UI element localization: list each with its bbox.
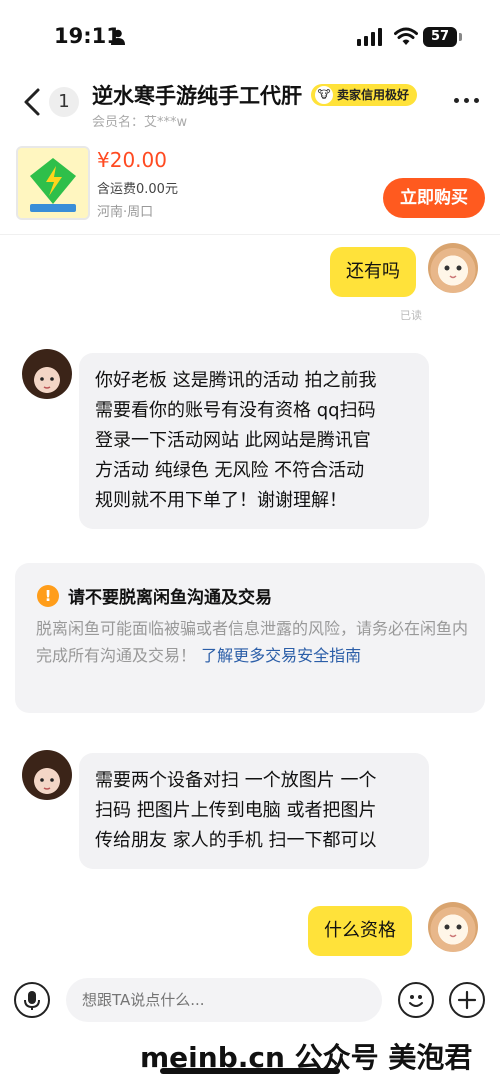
emoji-button[interactable] <box>398 982 434 1018</box>
message-bubble-me[interactable]: 还有吗 <box>330 247 416 297</box>
product-location: 河南·周口 <box>97 205 154 220</box>
message-bubble-seller[interactable]: 你好老板 这是腾讯的活动 拍之前我 需要看你的账号有没有资格 qq扫码 登录一下… <box>79 353 429 529</box>
my-avatar[interactable] <box>428 902 478 952</box>
seller-credit-label: 卖家信用极好 <box>337 88 410 102</box>
microphone-icon <box>24 991 40 1010</box>
warning-body: 脱离闲鱼可能面临被骗或者信息泄露的风险，请务必在闲鱼内完成所有沟通及交易！ 了解… <box>36 615 472 669</box>
girl-face-icon <box>40 377 54 389</box>
member-name: 会员名：艾***w <box>92 115 188 130</box>
warning-icon: ! <box>37 585 59 607</box>
message-line: 你好老板 这是腾讯的活动 拍之前我 <box>95 370 377 391</box>
page-title: 逆水寒手游纯手工代肝 <box>92 84 302 108</box>
message-bubble-me[interactable]: 什么资格 <box>308 906 412 956</box>
seller-credit-badge[interactable]: 🐮 卖家信用极好 <box>311 84 418 106</box>
more-options-icon[interactable] <box>452 94 482 104</box>
product-card[interactable]: ¥20.00 含运费0.00元 河南·周口 立即购买 <box>0 142 500 235</box>
read-status: 已读 <box>400 309 422 322</box>
back-arrow-icon[interactable] <box>18 84 48 120</box>
warning-title: 请不要脱离闲鱼沟通及交易 <box>68 588 272 608</box>
safety-guide-link[interactable]: 了解更多交易安全指南 <box>201 646 361 665</box>
message-line: 需要看你的账号有没有资格 qq扫码 <box>95 400 376 421</box>
message-line: 需要两个设备对扫 一个放图片 一个 <box>95 770 377 791</box>
my-avatar[interactable] <box>428 243 478 293</box>
battery-tip <box>459 33 462 41</box>
lightning-gem-icon <box>18 148 88 218</box>
message-line: 规则就不用下单了！谢谢理解！ <box>95 490 347 511</box>
status-bar: 19:11 57 <box>0 0 500 70</box>
plus-icon <box>457 990 477 1010</box>
message-bubble-seller[interactable]: 需要两个设备对扫 一个放图片 一个 扫码 把图片上传到电脑 或者把图片 传给朋友… <box>79 753 429 869</box>
product-price: ¥20.00 <box>97 148 167 172</box>
message-line: 传给朋友 家人的手机 扫一下都可以 <box>95 830 377 851</box>
message-line: 登录一下活动网站 此网站是腾讯官 <box>95 430 371 451</box>
unread-count-badge[interactable]: 1 <box>49 87 79 117</box>
seller-avatar[interactable] <box>22 349 72 399</box>
product-thumbnail[interactable] <box>16 146 90 220</box>
person-icon <box>111 29 125 45</box>
buy-now-button[interactable]: 立即购买 <box>383 178 485 218</box>
girl-face-icon <box>40 778 54 790</box>
wifi-icon <box>394 27 418 45</box>
message-line: 方活动 纯绿色 无风险 不符合活动 <box>95 460 365 481</box>
signal-icon <box>357 28 382 46</box>
message-input-bar <box>0 978 500 1034</box>
cow-face-icon: 🐮 <box>315 86 333 104</box>
shipping-fee: 含运费0.00元 <box>97 182 178 197</box>
more-actions-button[interactable] <box>449 982 485 1018</box>
cat-face-icon <box>444 924 462 938</box>
chat-header: 1 逆水寒手游纯手工代肝 🐮 卖家信用极好 会员名：艾***w <box>0 70 500 136</box>
home-indicator[interactable] <box>160 1068 340 1074</box>
smiley-icon <box>409 995 423 1007</box>
cat-face-icon <box>444 265 462 279</box>
seller-avatar[interactable] <box>22 750 72 800</box>
message-input[interactable] <box>66 978 382 1022</box>
battery-indicator: 57 <box>423 27 457 47</box>
message-line: 扫码 把图片上传到电脑 或者把图片 <box>95 800 377 821</box>
voice-input-button[interactable] <box>14 982 50 1018</box>
safety-warning-card: ! 请不要脱离闲鱼沟通及交易 脱离闲鱼可能面临被骗或者信息泄露的风险，请务必在闲… <box>15 563 485 713</box>
